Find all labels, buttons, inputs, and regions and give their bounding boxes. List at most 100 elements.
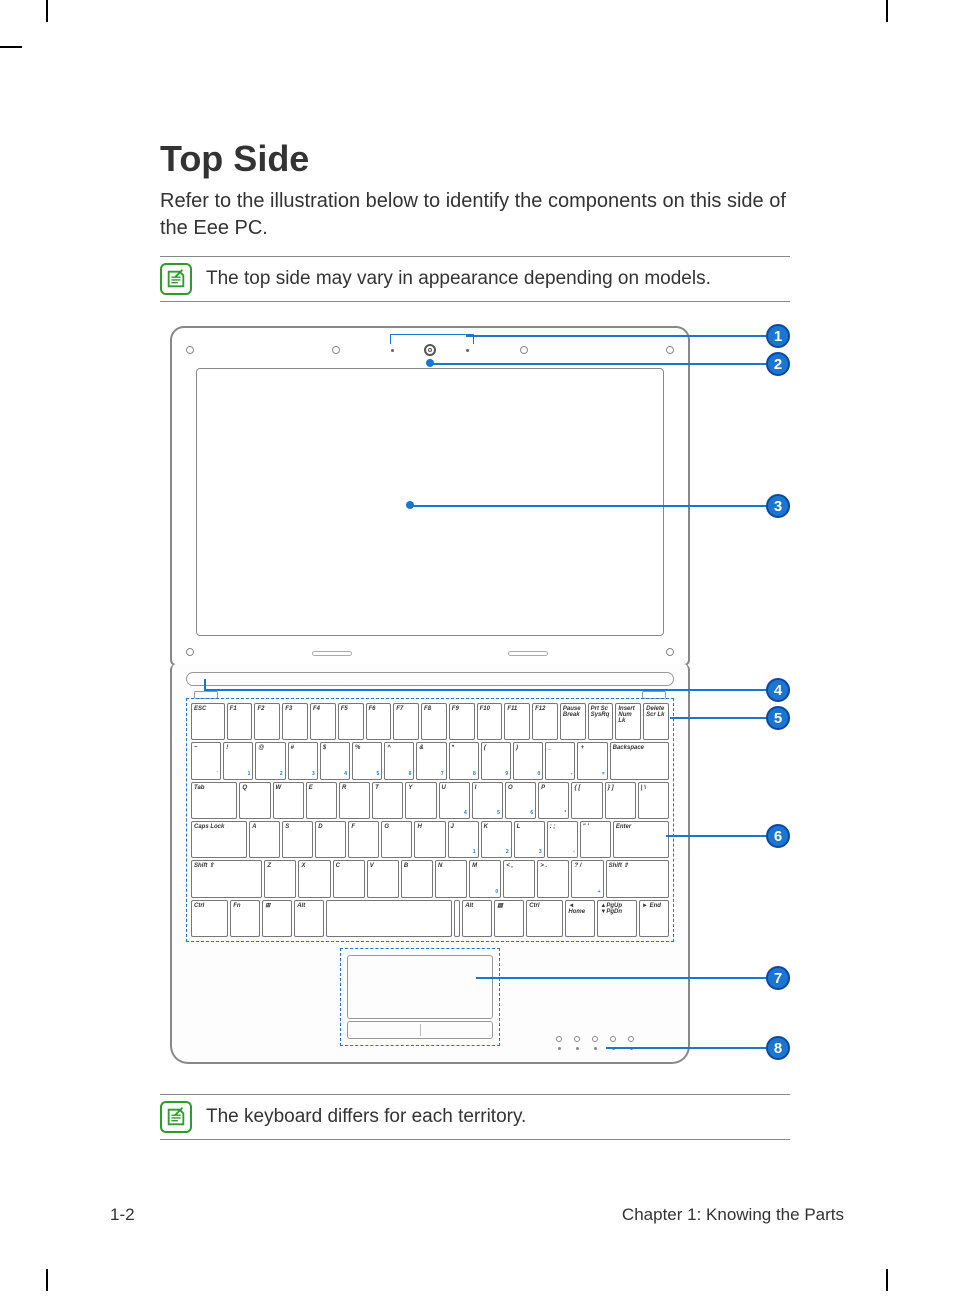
key: (9 <box>481 742 511 779</box>
key: $4 <box>320 742 350 779</box>
key <box>454 900 460 937</box>
key: ESC <box>191 703 225 740</box>
callout-5: 5 <box>766 706 790 730</box>
key: @2 <box>255 742 285 779</box>
callout-2: 2 <box>766 352 790 376</box>
key: Tab <box>191 782 237 819</box>
camera-array <box>391 344 469 356</box>
note-icon <box>160 263 192 295</box>
key: F4 <box>310 703 336 740</box>
key: ? /+ <box>571 860 603 897</box>
key: Alt <box>462 900 492 937</box>
key: R <box>339 782 370 819</box>
note-top-text: The top side may vary in appearance depe… <box>206 268 711 290</box>
callout-1: 1 <box>766 324 790 348</box>
key: Fn <box>230 900 260 937</box>
key: L3 <box>514 821 545 858</box>
key: Delete Scr Lk <box>643 703 669 740</box>
key: K2 <box>481 821 512 858</box>
key: Prt Sc SysRq <box>588 703 614 740</box>
key: #3 <box>288 742 318 779</box>
touchpad-buttons <box>347 1021 493 1039</box>
note-bottom-text: The keyboard differs for each territory. <box>206 1106 526 1128</box>
key: I5 <box>472 782 503 819</box>
key: Q <box>239 782 270 819</box>
touchpad-outline <box>340 948 500 1046</box>
callout-7: 7 <box>766 966 790 990</box>
keyboard-outline: ESCF1F2F3F4F5F6F7F8F9F10F11F12Pause Brea… <box>186 698 674 942</box>
key: ► End <box>639 900 669 937</box>
key: } ] <box>605 782 636 819</box>
key: D <box>315 821 346 858</box>
key: F10 <box>477 703 503 740</box>
key: Y <box>405 782 436 819</box>
key: F12 <box>532 703 558 740</box>
key: " ' <box>580 821 611 858</box>
key: F1 <box>227 703 253 740</box>
key: U4 <box>439 782 470 819</box>
key: | \ <box>638 782 669 819</box>
note-top: The top side may vary in appearance depe… <box>160 256 790 302</box>
key: ◄ Home <box>565 900 595 937</box>
page-title: Top Side <box>160 138 790 180</box>
key: ▲PgUp ▼PgDn <box>597 900 637 937</box>
key: ▤ <box>494 900 524 937</box>
key: Backspace <box>610 742 669 779</box>
key: F11 <box>504 703 530 740</box>
key: < , <box>503 860 535 897</box>
key: Enter <box>613 821 669 858</box>
laptop-diagram: ESCF1F2F3F4F5F6F7F8F9F10F11F12Pause Brea… <box>160 316 790 1076</box>
key: Pause Break <box>560 703 586 740</box>
key: += <box>577 742 607 779</box>
key: _- <box>545 742 575 779</box>
key: V <box>367 860 399 897</box>
key: F9 <box>449 703 475 740</box>
key: F7 <box>393 703 419 740</box>
mic-hole <box>466 349 469 352</box>
note-icon <box>160 1101 192 1133</box>
key: C <box>333 860 365 897</box>
status-leds <box>556 1036 634 1042</box>
touchpad <box>347 955 493 1019</box>
chapter-label: Chapter 1: Knowing the Parts <box>622 1205 844 1225</box>
key: *8 <box>449 742 479 779</box>
key: Shift ⇧ <box>606 860 669 897</box>
key: F3 <box>282 703 308 740</box>
key: F <box>348 821 379 858</box>
note-bottom: The keyboard differs for each territory. <box>160 1094 790 1140</box>
display-panel <box>196 368 664 636</box>
key: ~` <box>191 742 221 779</box>
page-number: 1-2 <box>110 1205 135 1225</box>
callout-4: 4 <box>766 678 790 702</box>
key: G <box>381 821 412 858</box>
key: ⊞ <box>262 900 292 937</box>
key: E <box>306 782 337 819</box>
laptop-base: ESCF1F2F3F4F5F6F7F8F9F10F11F12Pause Brea… <box>170 664 690 1064</box>
callout-6: 6 <box>766 824 790 848</box>
key: Shift ⇧ <box>191 860 262 897</box>
key: > . <box>537 860 569 897</box>
key: Ctrl <box>191 900 228 937</box>
key: ^6 <box>384 742 414 779</box>
key: F2 <box>254 703 280 740</box>
camera-lens <box>424 344 436 356</box>
key: Alt <box>294 900 324 937</box>
key: S <box>282 821 313 858</box>
key: H <box>414 821 445 858</box>
callout-3: 3 <box>766 494 790 518</box>
key: F8 <box>421 703 447 740</box>
key: Caps Lock <box>191 821 247 858</box>
key: %5 <box>352 742 382 779</box>
key: B <box>401 860 433 897</box>
key: O6 <box>505 782 536 819</box>
key: A <box>249 821 280 858</box>
key: M0 <box>469 860 501 897</box>
key: Ctrl <box>526 900 563 937</box>
key: X <box>298 860 330 897</box>
key: N <box>435 860 467 897</box>
intro-text: Refer to the illustration below to ident… <box>160 188 790 242</box>
key: { [ <box>571 782 602 819</box>
key: &7 <box>416 742 446 779</box>
key: Z <box>264 860 296 897</box>
key: !1 <box>223 742 253 779</box>
